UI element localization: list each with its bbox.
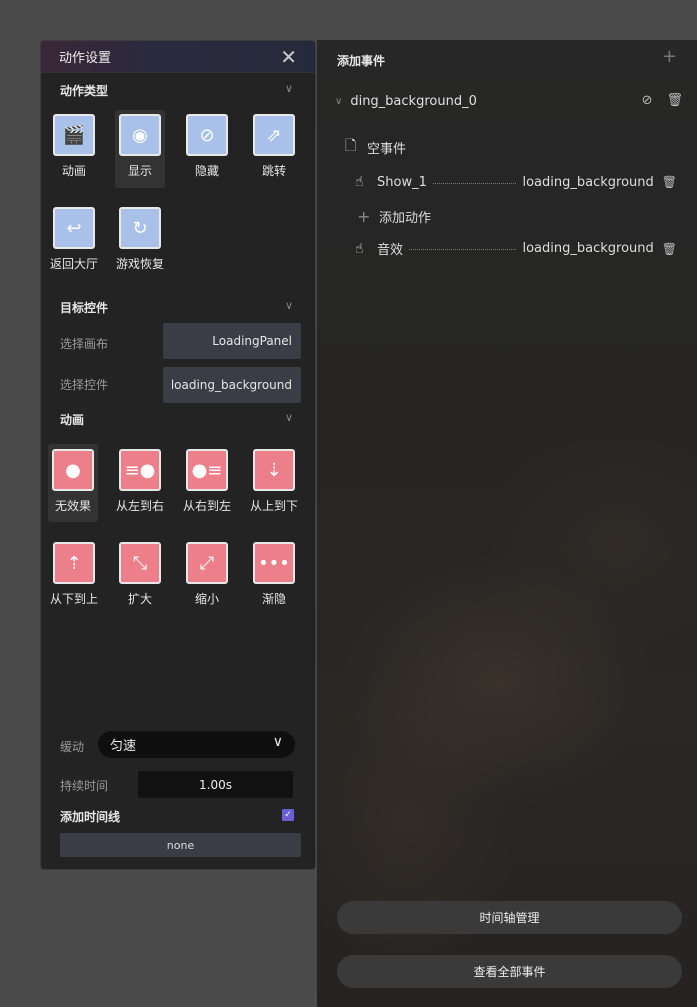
canvas-label: 选择画布 <box>60 337 109 351</box>
tile-label: 显示 <box>127 164 152 178</box>
duration-input[interactable]: 1.00s <box>138 771 293 798</box>
timeline-label: 添加时间线 <box>60 810 121 824</box>
eye-icon: ◉ <box>119 114 161 156</box>
panel-title: 动作设置 <box>59 51 112 66</box>
tile-label: 从上到下 <box>249 499 298 513</box>
action-target: loading_background <box>522 241 654 256</box>
event-target-actions: ⊘ 🗑 <box>642 93 683 108</box>
tile-label: 扩大 <box>127 592 152 606</box>
events-panel-title: 添加事件 <box>337 54 386 68</box>
anim-right-to-left[interactable]: ●≡ 从右到左 <box>182 449 232 514</box>
section-action-type: 动作类型 <box>60 84 109 98</box>
trash-icon[interactable]: 🗑 <box>662 175 677 189</box>
ease-select[interactable]: 匀速 ∨ <box>98 731 295 758</box>
trash-icon[interactable]: 🗑 <box>666 93 683 108</box>
tile-label: 跳转 <box>261 164 286 178</box>
hand-pointer-icon: ☝ <box>355 174 364 190</box>
action-name: 音效 <box>377 243 404 258</box>
ease-label: 缓动 <box>60 740 85 754</box>
tile-label: 从下到上 <box>49 592 98 606</box>
restore-icon: ↻ <box>119 207 161 249</box>
action-type-animation[interactable]: 🎬 动画 <box>49 114 99 179</box>
tile-label: 无效果 <box>54 499 91 513</box>
slide-down-icon: ⇣ <box>253 449 295 491</box>
action-target: loading_background <box>522 174 654 190</box>
plus-icon: + <box>357 207 371 226</box>
timeline-select[interactable]: none <box>60 833 301 857</box>
add-event-icon[interactable]: + <box>662 48 677 66</box>
tile-label: 隐藏 <box>194 164 219 178</box>
chevron-down-icon[interactable]: ∨ <box>285 299 293 312</box>
section-target-control: 目标控件 <box>60 301 109 315</box>
anim-expand[interactable]: ⤡ 扩大 <box>115 542 165 607</box>
tile-label: 返回大厅 <box>49 257 98 271</box>
action-type-jump[interactable]: ⇗ 跳转 <box>249 114 299 179</box>
anim-top-to-bottom[interactable]: ⇣ 从上到下 <box>249 449 299 514</box>
chevron-down-icon[interactable]: ∨ <box>285 411 293 424</box>
section-animation: 动画 <box>60 413 85 427</box>
expand-icon: ⤡ <box>119 542 161 584</box>
event-target-row[interactable]: ∨ ding_background_0 <box>335 94 477 109</box>
anim-none[interactable]: ● 无效果 <box>48 444 98 522</box>
action-type-return-lobby[interactable]: ↩ 返回大厅 <box>49 207 99 272</box>
slide-up-icon: ⇡ <box>53 542 95 584</box>
action-row[interactable]: ☝ 音效 loading_background 🗑 <box>355 239 677 259</box>
eye-off-icon: ⊘ <box>186 114 228 156</box>
control-label: 选择控件 <box>60 378 109 392</box>
tile-label: 从左到右 <box>115 499 164 513</box>
chevron-down-icon: ∨ <box>272 734 283 750</box>
chevron-down-icon[interactable]: ∨ <box>335 96 342 107</box>
empty-event-row[interactable]: 🗋 空事件 <box>345 135 677 159</box>
return-icon: ↩ <box>53 207 95 249</box>
anim-fade[interactable]: ••• 渐隐 <box>249 542 299 607</box>
action-type-game-restore[interactable]: ↻ 游戏恢复 <box>115 207 165 272</box>
tile-label: 游戏恢复 <box>115 257 164 271</box>
add-action-label: 添加动作 <box>379 211 432 226</box>
action-settings-panel: 动作设置 ✕ 动作类型 ∨ 🎬 动画 ◉ 显示 ⊘ 隐藏 ⇗ 跳转 ↩ 返回大厅… <box>40 40 316 870</box>
external-link-icon: ⇗ <box>253 114 295 156</box>
trash-icon[interactable]: 🗑 <box>662 242 677 256</box>
timeline-manage-button[interactable]: 时间轴管理 <box>337 901 682 934</box>
canvas-select[interactable]: LoadingPanel <box>163 323 301 359</box>
dotted-leader <box>409 249 517 250</box>
empty-event-label: 空事件 <box>367 141 407 157</box>
tile-label: 动画 <box>61 164 86 178</box>
tile-label: 缩小 <box>194 592 219 606</box>
tile-label: 渐隐 <box>261 592 286 606</box>
anim-left-to-right[interactable]: ≡● 从左到右 <box>115 449 165 514</box>
add-action-row[interactable]: + 添加动作 <box>357 207 677 226</box>
anim-bottom-to-top[interactable]: ⇡ 从下到上 <box>49 542 99 607</box>
chevron-down-icon[interactable]: ∨ <box>285 82 293 95</box>
clapperboard-icon: 🎬 <box>53 114 95 156</box>
view-all-events-button[interactable]: 查看全部事件 <box>337 955 682 988</box>
action-type-show[interactable]: ◉ 显示 <box>115 110 165 188</box>
events-panel: 添加事件 + ∨ ding_background_0 ⊘ 🗑 🗋 空事件 ☝ S… <box>317 40 697 1007</box>
ease-value: 匀速 <box>110 739 137 754</box>
dot-icon: ● <box>52 449 94 491</box>
shrink-icon: ⤢ <box>186 542 228 584</box>
anim-shrink[interactable]: ⤢ 缩小 <box>182 542 232 607</box>
dotted-leader <box>432 182 517 184</box>
timeline-checkbox[interactable]: ✓ <box>282 809 294 821</box>
disable-icon[interactable]: ⊘ <box>642 93 653 108</box>
tile-label: 从右到左 <box>182 499 231 513</box>
action-type-hide[interactable]: ⊘ 隐藏 <box>182 114 232 179</box>
document-icon: 🗋 <box>345 138 357 154</box>
event-target-name: ding_background_0 <box>350 94 477 109</box>
slide-right-icon: ≡● <box>119 449 161 491</box>
hand-pointer-icon: ☝ <box>355 240 364 257</box>
slide-left-icon: ●≡ <box>186 449 228 491</box>
close-icon[interactable]: ✕ <box>280 45 297 69</box>
action-row[interactable]: ☝ Show_1 loading_background 🗑 <box>355 174 677 190</box>
control-select[interactable]: loading_background <box>163 367 301 403</box>
action-name: Show_1 <box>377 174 427 190</box>
fade-icon: ••• <box>253 542 295 584</box>
duration-label: 持续时间 <box>60 779 109 793</box>
panel-title-bar: 动作设置 ✕ <box>41 41 315 73</box>
